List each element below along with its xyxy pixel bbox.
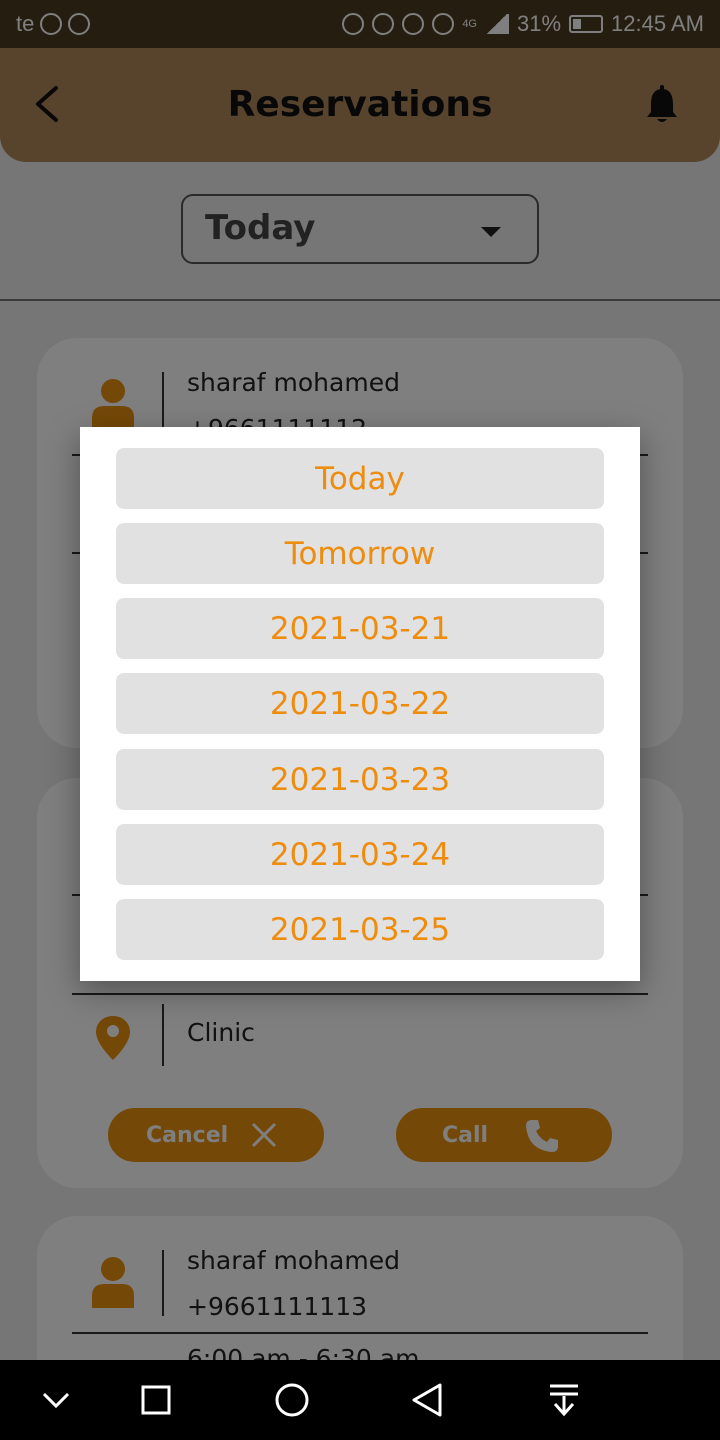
notification-drawer-icon[interactable]	[546, 1382, 582, 1418]
back-icon[interactable]	[410, 1382, 444, 1418]
option-today[interactable]: Today	[116, 448, 604, 509]
option-date[interactable]: 2021-03-21	[116, 598, 604, 659]
date-picker-dialog: Today Tomorrow 2021-03-21 2021-03-22 202…	[80, 427, 640, 981]
home-icon[interactable]	[274, 1382, 310, 1418]
option-tomorrow[interactable]: Tomorrow	[116, 523, 604, 584]
option-date[interactable]: 2021-03-25	[116, 899, 604, 960]
recent-apps-icon[interactable]	[140, 1384, 172, 1416]
system-nav-bar	[0, 1360, 720, 1440]
chevron-down-icon[interactable]	[40, 1386, 72, 1414]
option-date[interactable]: 2021-03-23	[116, 749, 604, 810]
option-date[interactable]: 2021-03-24	[116, 824, 604, 885]
option-date[interactable]: 2021-03-22	[116, 673, 604, 734]
